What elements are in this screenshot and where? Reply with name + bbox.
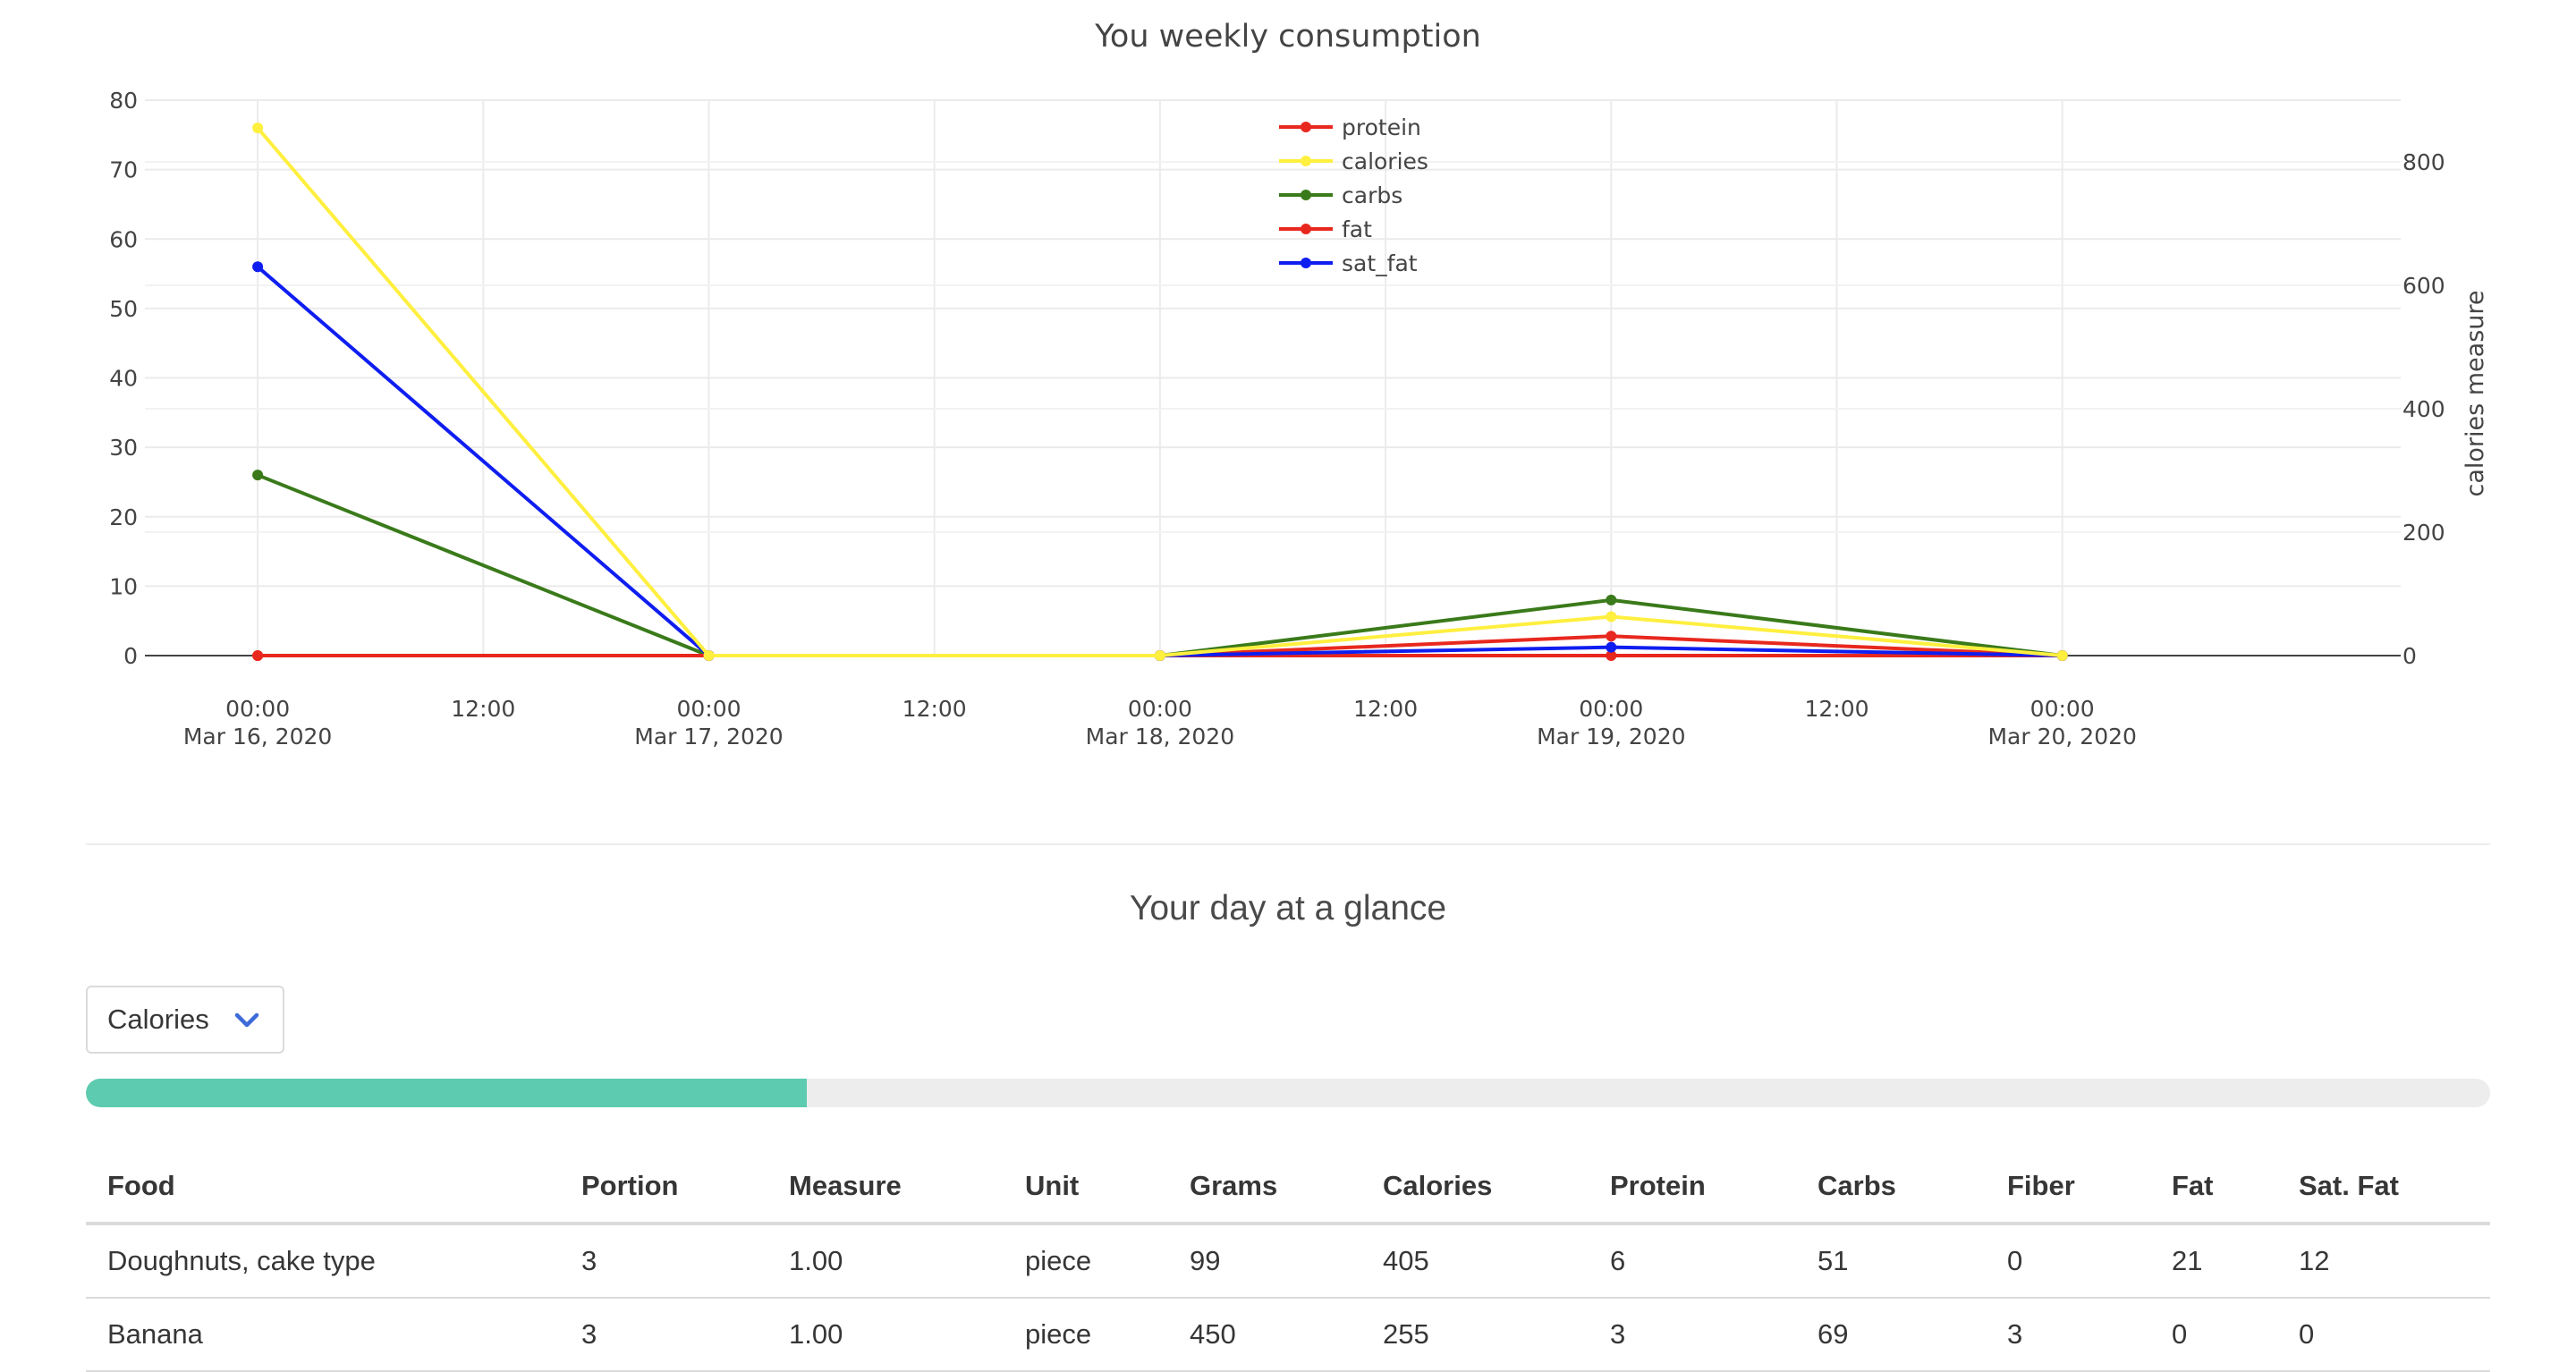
header-grams: Grams: [1168, 1150, 1361, 1225]
x-tick-date-label: Mar 16, 2020: [183, 724, 332, 750]
legend-marker-fat: [1301, 224, 1311, 234]
data-point-calories: [252, 123, 264, 134]
y-tick-label: 50: [109, 296, 138, 322]
data-point-fat: [1606, 631, 1617, 642]
header-sat-fat: Sat. Fat: [2277, 1150, 2490, 1225]
table-header-row: Food Portion Measure Unit Grams Calories…: [86, 1150, 2490, 1225]
x-tick-date-label: Mar 19, 2020: [1537, 724, 1685, 750]
y-tick-label: 60: [109, 226, 138, 252]
y-tick-label: 70: [109, 157, 138, 183]
cell-measure: 1.00: [767, 1224, 1004, 1299]
y-tick-label: 10: [109, 573, 138, 599]
chart-title: You weekly consumption: [1094, 19, 1481, 55]
cell-calories: 255: [1361, 1298, 1589, 1372]
cell-portion: 3: [560, 1298, 767, 1372]
header-portion: Portion: [560, 1150, 767, 1225]
cell-sat-fat: 0: [2277, 1298, 2490, 1372]
header-fiber: Fiber: [1986, 1150, 2150, 1225]
cell-grams: 450: [1168, 1298, 1361, 1372]
nutrient-select[interactable]: Calories: [86, 986, 284, 1054]
cell-sat-fat: 12: [2277, 1224, 2490, 1299]
cell-calories: 405: [1361, 1224, 1589, 1299]
header-protein: Protein: [1589, 1150, 1796, 1225]
x-tick-label: 00:00: [676, 696, 741, 722]
y-tick-label: 30: [109, 435, 138, 461]
data-point-calories: [703, 650, 715, 661]
table-row: Doughnuts, cake type 3 1.00 piece 99 405…: [86, 1224, 2490, 1299]
cell-carbs: 69: [1796, 1298, 1986, 1372]
legend-marker-sat_fat: [1301, 258, 1311, 268]
legend-label-calories: calories: [1342, 148, 1428, 174]
header-food: Food: [86, 1150, 560, 1225]
x-tick-date-label: Mar 18, 2020: [1086, 724, 1234, 750]
data-point-sat_fat: [1606, 641, 1617, 653]
legend-label-carbs: carbs: [1342, 182, 1402, 208]
x-tick-label: 12:00: [451, 696, 515, 722]
header-unit: Unit: [1004, 1150, 1168, 1225]
y2-axis-label: calories measure: [2462, 290, 2489, 496]
header-measure: Measure: [767, 1150, 1004, 1225]
chart-legend: protein calories carbs fat sat_fat: [1279, 114, 1428, 276]
cell-protein: 6: [1589, 1224, 1796, 1299]
cell-unit: piece: [1004, 1224, 1168, 1299]
cell-fat: 21: [2150, 1224, 2277, 1299]
cell-unit: piece: [1004, 1298, 1168, 1372]
header-calories: Calories: [1361, 1150, 1589, 1225]
y2-tick-label: 800: [2402, 149, 2445, 175]
data-point-calories: [2056, 650, 2068, 661]
header-carbs: Carbs: [1796, 1150, 1986, 1225]
x-tick-label: 00:00: [2030, 696, 2095, 722]
legend-label-protein: protein: [1342, 114, 1421, 140]
nutrient-select-value: Calories: [107, 1004, 209, 1035]
daily-progress-fill: [86, 1079, 808, 1107]
cell-carbs: 51: [1796, 1224, 1986, 1299]
x-tick-label: 00:00: [225, 696, 290, 722]
legend-marker-calories: [1301, 156, 1311, 166]
chart-grid: [145, 99, 2401, 656]
legend-label-sat_fat: sat_fat: [1342, 250, 1418, 276]
cell-fiber: 0: [1986, 1224, 2150, 1299]
cell-portion: 3: [560, 1224, 767, 1299]
x-tick-label: 12:00: [1353, 696, 1418, 722]
y-tick-label: 40: [109, 366, 138, 392]
cell-measure: 1.00: [767, 1298, 1004, 1372]
y-tick-label: 0: [123, 643, 138, 669]
glance-title: Your day at a glance: [1129, 889, 1447, 927]
data-point-carbs: [1606, 594, 1617, 606]
x-tick-label: 12:00: [902, 696, 967, 722]
data-point-calories: [1154, 650, 1165, 661]
x-tick-label: 12:00: [1804, 696, 1868, 722]
data-point-fat: [252, 650, 264, 661]
chevron-down-icon: [234, 1012, 259, 1028]
y2-tick-label: 600: [2402, 273, 2445, 299]
cell-grams: 99: [1168, 1224, 1361, 1299]
cell-food: Banana: [86, 1298, 560, 1372]
y-tick-label: 20: [109, 504, 138, 530]
legend-marker-protein: [1301, 122, 1311, 132]
header-fat: Fat: [2150, 1150, 2277, 1225]
section-divider: [86, 843, 2490, 845]
data-point-calories: [1606, 611, 1617, 622]
y-tick-label: 80: [109, 88, 138, 114]
x-tick-label: 00:00: [1128, 696, 1192, 722]
data-point-sat_fat: [252, 261, 264, 273]
food-table: Food Portion Measure Unit Grams Calories…: [86, 1150, 2490, 1372]
y2-tick-label: 400: [2402, 396, 2445, 422]
daily-progress-bar: [86, 1079, 2490, 1107]
x-tick-label: 00:00: [1579, 696, 1643, 722]
data-point-carbs: [252, 470, 264, 481]
legend-label-fat: fat: [1342, 216, 1372, 242]
x-tick-date-label: Mar 20, 2020: [1987, 724, 2136, 750]
weekly-consumption-chart: You weekly consumption 00:00Mar 16, 2020…: [109, 19, 2489, 750]
cell-fat: 0: [2150, 1298, 2277, 1372]
cell-fiber: 3: [1986, 1298, 2150, 1372]
cell-protein: 3: [1589, 1298, 1796, 1372]
legend-marker-carbs: [1301, 190, 1311, 200]
y2-tick-label: 200: [2402, 520, 2445, 546]
cell-food: Doughnuts, cake type: [86, 1224, 560, 1299]
x-tick-date-label: Mar 17, 2020: [634, 724, 783, 750]
y2-tick-label: 0: [2402, 643, 2417, 669]
table-row: Banana 3 1.00 piece 450 255 3 69 3 0 0: [86, 1298, 2490, 1372]
